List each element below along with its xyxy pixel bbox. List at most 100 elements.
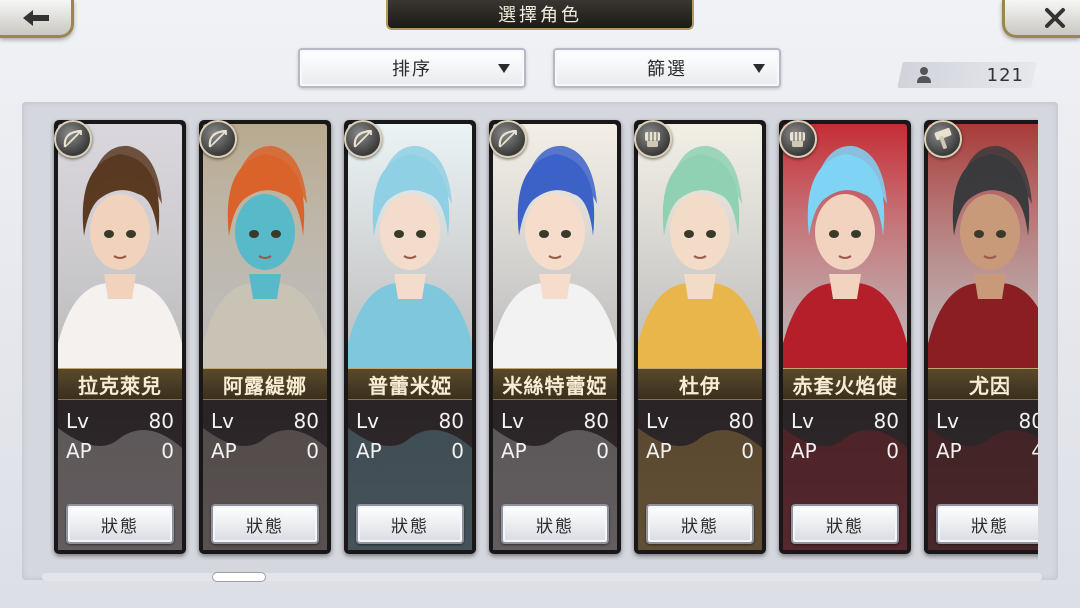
character-count: 121 bbox=[912, 62, 1024, 88]
ap-value: 0 bbox=[161, 439, 174, 463]
ap-value: 0 bbox=[596, 439, 609, 463]
character-portrait bbox=[783, 124, 907, 368]
character-card[interactable]: 拉克萊兒 Lv 80 AP 0 狀態 bbox=[54, 120, 186, 554]
sort-dropdown[interactable]: 排序 bbox=[298, 48, 526, 88]
close-button[interactable] bbox=[1002, 0, 1080, 38]
status-button[interactable]: 狀態 bbox=[211, 504, 319, 544]
status-button[interactable]: 狀態 bbox=[791, 504, 899, 544]
character-card[interactable]: 米絲特蕾婭 Lv 80 AP 0 狀態 bbox=[489, 120, 621, 554]
character-name: 赤套火焰使 bbox=[783, 368, 907, 400]
level-row: Lv 80 bbox=[211, 408, 319, 434]
ap-row: AP 0 bbox=[66, 438, 174, 464]
status-button[interactable]: 狀態 bbox=[501, 504, 609, 544]
level-label: Lv bbox=[646, 409, 669, 433]
ap-label: AP bbox=[791, 439, 817, 463]
ap-label: AP bbox=[356, 439, 382, 463]
level-row: Lv 80 bbox=[501, 408, 609, 434]
character-info: 赤套火焰使 Lv 80 AP 0 狀態 bbox=[783, 368, 907, 550]
level-value: 80 bbox=[1018, 409, 1038, 433]
bow-icon bbox=[344, 120, 382, 158]
back-button[interactable] bbox=[0, 0, 74, 38]
ap-row: AP 4 bbox=[936, 438, 1038, 464]
level-value: 80 bbox=[438, 409, 464, 433]
level-value: 80 bbox=[293, 409, 319, 433]
character-card[interactable]: 阿露緹娜 Lv 80 AP 0 狀態 bbox=[199, 120, 331, 554]
filter-dropdown[interactable]: 篩選 bbox=[553, 48, 781, 88]
character-count-value: 121 bbox=[986, 64, 1024, 86]
close-icon bbox=[1045, 7, 1065, 28]
character-info: 阿露緹娜 Lv 80 AP 0 狀態 bbox=[203, 368, 327, 550]
bow-icon bbox=[489, 120, 527, 158]
page-title: 選擇角色 bbox=[386, 0, 694, 30]
character-portrait bbox=[203, 124, 327, 368]
character-name: 米絲特蕾婭 bbox=[493, 368, 617, 400]
bow-icon bbox=[199, 120, 237, 158]
character-info: 杜伊 Lv 80 AP 0 狀態 bbox=[638, 368, 762, 550]
ap-value: 0 bbox=[306, 439, 319, 463]
hammer-icon bbox=[924, 120, 962, 158]
level-value: 80 bbox=[873, 409, 899, 433]
character-name: 尤因 bbox=[928, 368, 1038, 400]
scrollbar-thumb[interactable] bbox=[212, 572, 267, 582]
filter-label: 篩選 bbox=[647, 59, 687, 80]
character-info: 普蕾米婭 Lv 80 AP 0 狀態 bbox=[348, 368, 472, 550]
ap-value: 0 bbox=[886, 439, 899, 463]
person-icon bbox=[917, 67, 931, 83]
fist-icon bbox=[634, 120, 672, 158]
level-row: Lv 80 bbox=[356, 408, 464, 434]
character-card[interactable]: 普蕾米婭 Lv 80 AP 0 狀態 bbox=[344, 120, 476, 554]
character-info: 尤因 Lv 80 AP 4 狀態 bbox=[928, 368, 1038, 550]
ap-value: 0 bbox=[741, 439, 754, 463]
level-row: Lv 80 bbox=[646, 408, 754, 434]
level-label: Lv bbox=[211, 409, 234, 433]
character-name: 阿露緹娜 bbox=[203, 368, 327, 400]
sort-label: 排序 bbox=[392, 59, 432, 80]
level-row: Lv 80 bbox=[936, 408, 1038, 434]
bow-icon bbox=[54, 120, 92, 158]
status-button[interactable]: 狀態 bbox=[936, 504, 1038, 544]
character-portrait bbox=[58, 124, 182, 368]
character-name: 普蕾米婭 bbox=[348, 368, 472, 400]
level-label: Lv bbox=[356, 409, 379, 433]
character-portrait bbox=[348, 124, 472, 368]
ap-value: 0 bbox=[451, 439, 464, 463]
character-name: 拉克萊兒 bbox=[58, 368, 182, 400]
level-label: Lv bbox=[501, 409, 524, 433]
ap-label: AP bbox=[936, 439, 962, 463]
character-card[interactable]: 尤因 Lv 80 AP 4 狀態 bbox=[924, 120, 1038, 554]
ap-value: 4 bbox=[1031, 439, 1038, 463]
character-card[interactable]: 赤套火焰使 Lv 80 AP 0 狀態 bbox=[779, 120, 911, 554]
level-label: Lv bbox=[936, 409, 959, 433]
arrow-left-icon bbox=[22, 9, 49, 26]
level-label: Lv bbox=[791, 409, 814, 433]
status-button[interactable]: 狀態 bbox=[356, 504, 464, 544]
fist-icon bbox=[779, 120, 817, 158]
character-card[interactable]: 杜伊 Lv 80 AP 0 狀態 bbox=[634, 120, 766, 554]
ap-row: AP 0 bbox=[501, 438, 609, 464]
chevron-down-icon bbox=[753, 64, 765, 73]
status-button[interactable]: 狀態 bbox=[646, 504, 754, 544]
ap-row: AP 0 bbox=[211, 438, 319, 464]
ap-label: AP bbox=[66, 439, 92, 463]
level-label: Lv bbox=[66, 409, 89, 433]
character-portrait bbox=[928, 124, 1038, 368]
character-name: 杜伊 bbox=[638, 368, 762, 400]
character-info: 米絲特蕾婭 Lv 80 AP 0 狀態 bbox=[493, 368, 617, 550]
character-list[interactable]: 拉克萊兒 Lv 80 AP 0 狀態 阿露緹娜 Lv 80 AP 0 狀態 普蕾米婭 Lv 80 AP 0 狀態米… bbox=[30, 102, 1038, 572]
character-info: 拉克萊兒 Lv 80 AP 0 狀態 bbox=[58, 368, 182, 550]
level-value: 80 bbox=[583, 409, 609, 433]
ap-label: AP bbox=[211, 439, 237, 463]
character-portrait bbox=[638, 124, 762, 368]
status-button[interactable]: 狀態 bbox=[66, 504, 174, 544]
ap-row: AP 0 bbox=[356, 438, 464, 464]
level-value: 80 bbox=[728, 409, 754, 433]
scrollbar-track[interactable] bbox=[42, 573, 1042, 581]
chevron-down-icon bbox=[498, 64, 510, 73]
level-value: 80 bbox=[148, 409, 174, 433]
level-row: Lv 80 bbox=[66, 408, 174, 434]
ap-row: AP 0 bbox=[646, 438, 754, 464]
ap-label: AP bbox=[501, 439, 527, 463]
character-portrait bbox=[493, 124, 617, 368]
level-row: Lv 80 bbox=[791, 408, 899, 434]
ap-label: AP bbox=[646, 439, 672, 463]
